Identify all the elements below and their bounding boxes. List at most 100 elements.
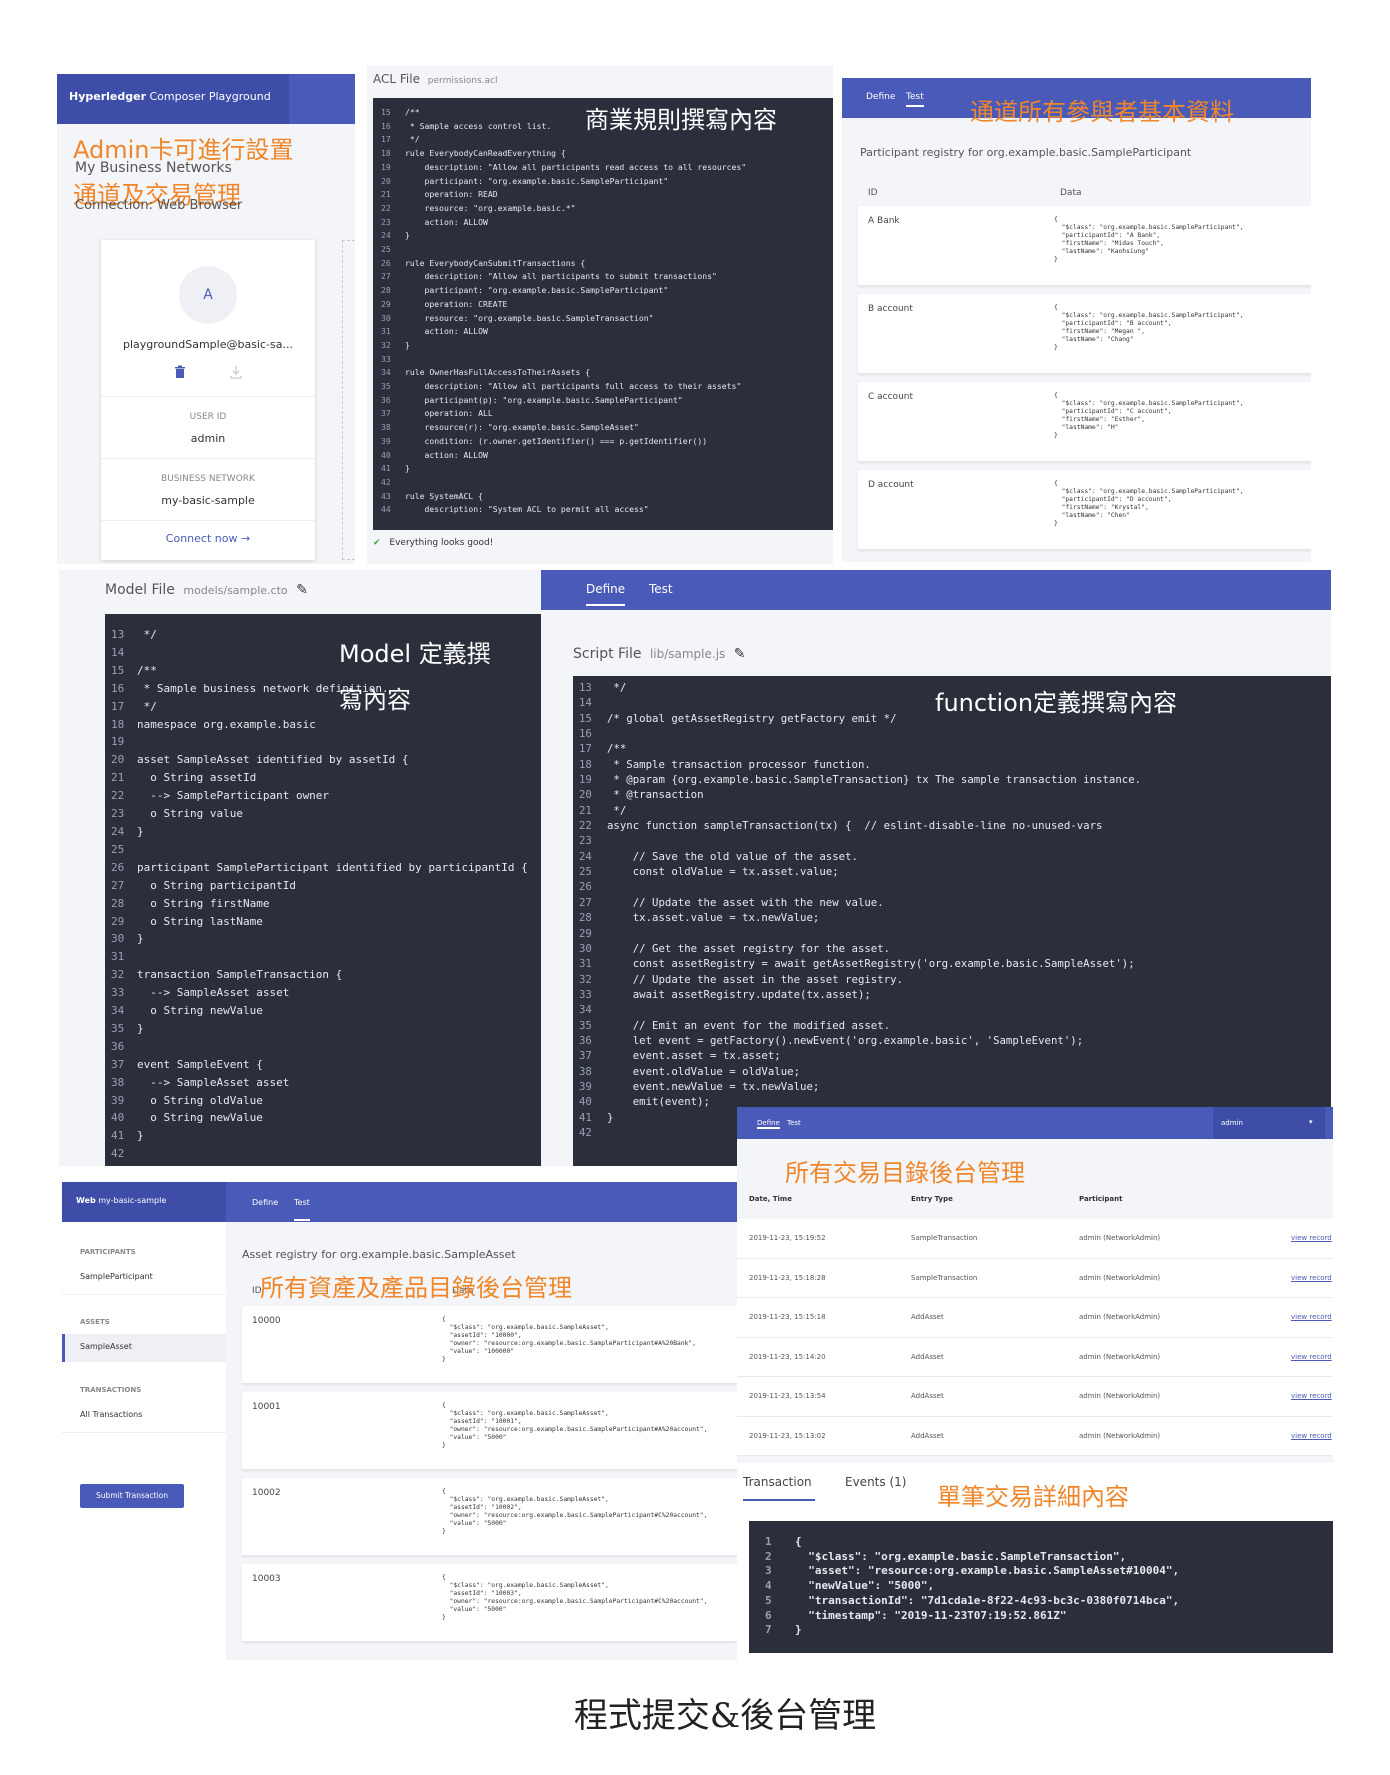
code-line: 25 — [381, 243, 833, 257]
table-row[interactable]: 2019-11-23, 15:13:02 AddAsset admin (Netwo… — [737, 1416, 1333, 1456]
tx-type: AddAsset — [911, 1392, 944, 1400]
code-line: 18 * Sample transaction processor functi… — [579, 757, 1331, 772]
model-editor[interactable]: 13 */ 14 15 /** 16 * Sample business network… — [105, 614, 541, 1166]
view-record-link[interactable]: view record — [1291, 1432, 1332, 1440]
registry-record[interactable]: B account { "$class": "org.example.basic.… — [858, 294, 1311, 374]
code-line: 24} — [381, 229, 833, 243]
code-line: 27 description: "Allow all participants … — [381, 270, 833, 284]
code-text: o String firstName — [137, 896, 270, 910]
line-number: 35 — [579, 1018, 592, 1032]
table-row[interactable]: 2019-11-23, 15:19:52 SampleTransaction adm… — [737, 1219, 1333, 1259]
code-line: 29 o String lastName — [111, 913, 541, 931]
code-line: 24} — [111, 823, 541, 841]
script-title: Script File — [573, 646, 642, 662]
detail-code: 1{2 "$class": "org.example.basic.SampleT… — [765, 1535, 1333, 1638]
registry-record[interactable]: D account { "$class": "org.example.basic.… — [858, 470, 1311, 550]
view-record-link[interactable]: view record — [1291, 1313, 1332, 1321]
code-line: 36 — [111, 1038, 541, 1056]
table-row[interactable]: 2019-11-23, 15:13:54 AddAsset admin (Netwo… — [737, 1377, 1333, 1417]
edit-pencil-icon[interactable]: ✎ — [734, 646, 746, 662]
tab-test[interactable]: Test — [294, 1198, 310, 1221]
code-line: 43 rule SystemACL { — [381, 490, 833, 504]
header-brand: Hyperledger — [69, 90, 146, 103]
code-text: description: "Allow all participants ful… — [405, 381, 742, 392]
user-dropdown[interactable]: admin ▾ — [1213, 1107, 1325, 1139]
code-line: 32 // Update the asset in the asset regi… — [579, 972, 1331, 987]
code-text: description: "System ACL to permit all a… — [405, 504, 649, 515]
code-text: } — [405, 230, 410, 241]
registry-record[interactable]: 10000 { "$class": "org.example.basic.Samp… — [242, 1306, 737, 1384]
code-text: o String assetId — [137, 771, 257, 785]
line-number: 36 — [111, 1039, 125, 1053]
registry-record[interactable]: 10001 { "$class": "org.example.basic.Samp… — [242, 1392, 737, 1470]
code-text: --> SampleAsset asset — [137, 1075, 290, 1089]
tab-define[interactable]: Define — [252, 1198, 278, 1207]
tx-panel: Define Test admin ▾ 所有交易目錄後台管理 Date, Tim… — [737, 1107, 1333, 1463]
registry-record[interactable]: A Bank { "$class": "org.example.basic.Sam… — [858, 206, 1311, 286]
view-record-link[interactable]: view record — [1291, 1353, 1332, 1361]
code-line: 22 --> SampleParticipant owner — [111, 787, 541, 805]
code-text: // Save the old value of the asset. — [607, 849, 858, 863]
line-number: 13 — [579, 681, 592, 694]
tx-date: 2019-11-23, 15:18:28 — [749, 1273, 826, 1282]
tx-type: SampleTransaction — [911, 1273, 978, 1282]
code-line: 23 action: ALLOW — [381, 216, 833, 230]
view-record-link[interactable]: view record — [1291, 1274, 1332, 1282]
tx-date: 2019-11-23, 15:13:54 — [749, 1392, 826, 1400]
table-row[interactable]: 2019-11-23, 15:14:20 AddAsset admin (Netwo… — [737, 1337, 1333, 1377]
detail-editor[interactable]: 1{2 "$class": "org.example.basic.SampleT… — [749, 1521, 1333, 1653]
line-number: 15 — [381, 107, 391, 117]
connect-now-button[interactable]: Connect now → — [101, 532, 315, 545]
sidebar-item-asset[interactable]: SampleAsset — [62, 1334, 226, 1362]
tab-test[interactable]: Test — [649, 582, 673, 596]
trash-icon[interactable] — [173, 364, 187, 378]
record-id: 10002 — [252, 1488, 281, 1498]
registry-record[interactable]: 10003 { "$class": "org.example.basic.Samp… — [242, 1564, 737, 1642]
table-row[interactable]: 2019-11-23, 15:15:18 AddAsset admin (Netwo… — [737, 1298, 1333, 1338]
code-text: event.oldValue = oldValue; — [607, 1064, 801, 1078]
line-number: 15 — [111, 663, 125, 677]
submit-transaction-button[interactable]: Submit Transaction — [80, 1484, 184, 1508]
tab-define[interactable]: Define — [757, 1119, 780, 1129]
tab-define[interactable]: Define — [866, 92, 895, 102]
script-editor[interactable]: 13 */ 14 15 /* global getAssetRegistry getF… — [573, 676, 1331, 1166]
code-line: 39 event.newValue = tx.newValue; — [579, 1079, 1331, 1094]
line-number: 16 — [111, 681, 125, 695]
line-number: 24 — [111, 824, 125, 838]
code-line: 41} — [381, 462, 833, 476]
code-line: 40 o String newValue — [111, 1109, 541, 1127]
registry-record[interactable]: 10002 { "$class": "org.example.basic.Samp… — [242, 1478, 737, 1556]
code-text: description: "Allow all participants rea… — [405, 161, 747, 172]
line-number: 18 — [579, 757, 592, 771]
page-caption: 程式提交&後台管理 — [573, 1696, 877, 1736]
line-number: 19 — [579, 773, 592, 787]
view-record-link[interactable]: view record — [1291, 1234, 1332, 1242]
tx-type: AddAsset — [911, 1352, 944, 1361]
acl-editor[interactable]: 15 /** 16 * Sample access control list. 17 … — [373, 98, 833, 530]
export-icon[interactable] — [229, 364, 243, 379]
tab-test[interactable]: Test — [787, 1119, 801, 1127]
code-text: asset SampleAsset identified by assetId … — [137, 753, 409, 767]
code-text: description: "Allow all participants to … — [405, 271, 717, 282]
sidebar-item-transactions[interactable]: All Transactions — [80, 1410, 142, 1419]
tab-transaction[interactable]: Transaction — [743, 1475, 812, 1489]
view-record-link[interactable]: view record — [1291, 1392, 1332, 1400]
table-row[interactable]: 2019-11-23, 15:18:28 SampleTransaction adm… — [737, 1258, 1333, 1298]
record-id: 10003 — [252, 1574, 281, 1584]
code-text: } — [137, 1129, 144, 1143]
registry-record[interactable]: C account { "$class": "org.example.basic.… — [858, 382, 1311, 462]
tab-test[interactable]: Test — [906, 92, 924, 107]
tab-events[interactable]: Events (1) — [845, 1475, 906, 1489]
code-line: 36 let event = getFactory().newEvent('or… — [579, 1033, 1331, 1048]
edit-pencil-icon[interactable]: ✎ — [296, 582, 308, 598]
code-text: o String newValue — [137, 1004, 263, 1018]
sidebar-item-participant[interactable]: SampleParticipant — [80, 1272, 153, 1281]
code-line: 42 — [111, 1145, 541, 1163]
code-text: // Update the asset with the new value. — [607, 895, 884, 909]
code-line: 38 --> SampleAsset asset — [111, 1074, 541, 1092]
identity-card[interactable]: A playgroundSample@basic-sa... USER ID a… — [101, 240, 315, 560]
code-text: resource(r): "org.example.basic.SampleAs… — [405, 422, 639, 433]
tx-participant: admin (NetworkAdmin) — [1079, 1431, 1161, 1440]
code-text: participant: "org.example.basic.SamplePa… — [405, 285, 669, 296]
tab-define[interactable]: Define — [586, 582, 626, 606]
